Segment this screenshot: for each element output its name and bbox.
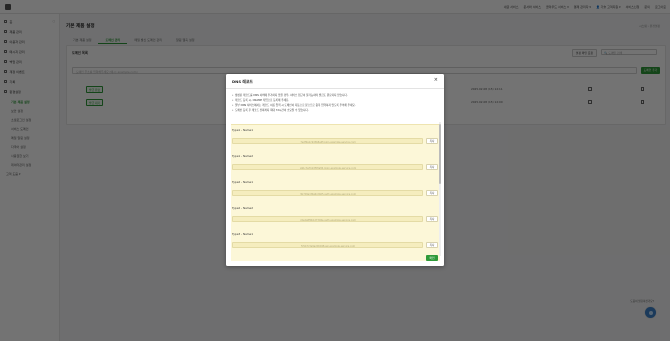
record-value[interactable]: _5f1b7c3e9a2d6048.api.example-service.co… [232, 242, 423, 248]
record-label: Type1 - Name1 [232, 128, 254, 132]
record-value[interactable]: _c6e2a8f0b1d7394e.auth.example-service.c… [232, 216, 423, 222]
record-value[interactable]: _3b7d9e1f4a6c2b05.auth.example-service.c… [232, 190, 423, 196]
divider [226, 88, 444, 89]
copy-button[interactable]: 복사 [426, 164, 438, 170]
record-label: Type1 - Name2 [232, 154, 254, 158]
scrollbar-thumb[interactable] [439, 124, 441, 184]
records-area [231, 124, 442, 325]
copy-button[interactable]: 복사 [426, 216, 438, 222]
copy-button[interactable]: 복사 [426, 190, 438, 196]
copy-button[interactable]: 복사 [426, 138, 438, 144]
notice-list: 생성된 레코드를 DNS 서버에 추가하지 않을 경우, 서비스 접근이 불가능… [232, 93, 438, 113]
record-value[interactable]: _a91c3e7b2d5f0a84.login.example-service.… [232, 164, 423, 170]
close-icon[interactable]: × [434, 78, 438, 83]
record-label: Type2 - Name2 [232, 206, 254, 210]
modal-title: DNS 레코드 [232, 79, 253, 84]
copy-button[interactable]: 복사 [426, 242, 438, 248]
record-label: Type2 - Name1 [232, 180, 254, 184]
dns-record-modal: DNS 레코드 × 생성된 레코드를 DNS 서버에 추가하지 않을 경우, 서… [226, 74, 444, 266]
confirm-button[interactable]: 확인 [426, 255, 438, 261]
record-label: Type3 - Name1 [232, 232, 254, 236]
record-value[interactable]: _7e2f0a1c9d3b8e4f.login.example-service.… [232, 138, 423, 144]
notice-item: 도메인 등록 후 레코드 전파까지 최대 72시간이 소요될 수 있습니다. [232, 108, 438, 113]
